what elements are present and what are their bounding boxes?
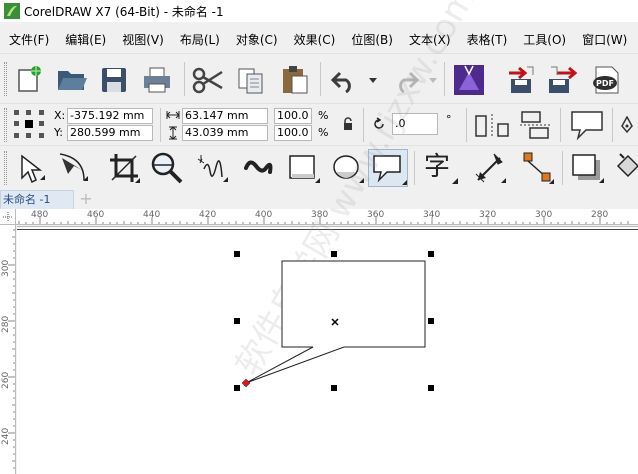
selection-handle[interactable] xyxy=(428,318,434,324)
callout-tail-node[interactable] xyxy=(241,378,251,388)
selection-handle[interactable] xyxy=(331,385,337,391)
selection-handle[interactable] xyxy=(428,385,434,391)
selection-handle[interactable] xyxy=(234,385,240,391)
selection-handle[interactable] xyxy=(428,251,434,257)
selection-handle[interactable] xyxy=(234,251,240,257)
selection-handle[interactable] xyxy=(234,318,240,324)
canvas-overlay: 软件自学网 www.rjzxw.com xyxy=(228,0,484,391)
selection-handle[interactable] xyxy=(331,251,337,257)
